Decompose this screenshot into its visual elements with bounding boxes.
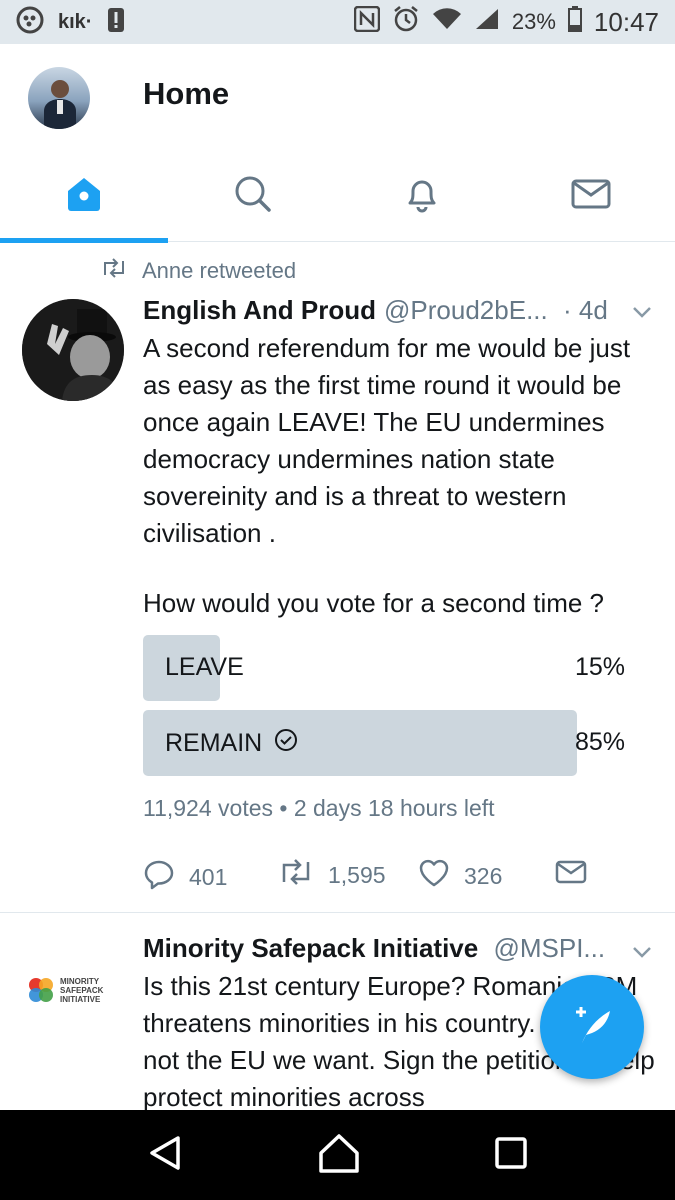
like-count: 326 (464, 862, 503, 889)
retweet-context[interactable]: Anne retweeted (100, 258, 296, 284)
tweet-author-handle[interactable]: @MSPI... (493, 933, 605, 963)
retweet-count: 1,595 (328, 861, 386, 888)
search-icon (231, 172, 275, 221)
tweet-header: Minority Safepack Initiative @MSPI... (143, 933, 605, 964)
signal-icon (474, 7, 500, 38)
compose-feather-icon (568, 1001, 616, 1054)
logo-text-3: INITIATIVE (60, 994, 101, 1004)
battery-icon (567, 5, 582, 39)
wifi-icon (432, 7, 462, 38)
tweet-author-avatar[interactable] (22, 299, 124, 401)
tab-notifications[interactable] (338, 150, 507, 242)
tweet-header: English And Proud @Proud2bE... · 4d (143, 295, 663, 326)
bell-icon (400, 172, 444, 221)
poll-question: How would you vote for a second time ? (143, 588, 605, 618)
like-button[interactable]: 326 (418, 858, 502, 894)
retweet-icon (278, 858, 314, 892)
tab-messages[interactable] (506, 150, 675, 242)
tweet-author-handle[interactable]: @Proud2bE... (384, 295, 548, 326)
tweet-timestamp: · 4d (563, 295, 608, 325)
poll-meta: 11,924 votes • 2 days 18 hours left (143, 795, 495, 821)
poll-option-label: LEAVE (165, 653, 244, 681)
nfc-icon (353, 5, 381, 39)
android-nav-bar (0, 1110, 675, 1200)
chevron-down-icon[interactable] (630, 300, 654, 329)
battery-percent: 23% (511, 9, 556, 34)
tweet-divider (0, 912, 675, 913)
poll-option-percent: 15% (575, 653, 626, 681)
reply-button[interactable]: 401 (143, 858, 227, 896)
status-bar: kık· 23% 10:47 (0, 0, 675, 44)
minority-safepack-logo[interactable]: MINORITY SAFEPACK INITIATIVE (26, 970, 116, 1010)
clock: 10:47 (593, 6, 659, 37)
home-nav-icon[interactable] (317, 1131, 361, 1180)
heart-icon (418, 858, 450, 894)
logo-text-1: MINORITY (60, 976, 100, 986)
tweet-author-name[interactable]: Minority Safepack Initiative (143, 933, 478, 963)
top-app-bar: Home (0, 44, 675, 150)
kik-icon: kık· (58, 10, 93, 33)
retweet-button[interactable]: 1,595 (278, 858, 386, 892)
chevron-down-icon[interactable] (630, 940, 654, 969)
compose-tweet-button[interactable] (540, 975, 644, 1079)
check-circle-icon (274, 728, 298, 759)
tweet-text: A second referendum for me would be just… (143, 333, 631, 548)
tweet-actions: 401 1,595 326 (143, 858, 603, 894)
mail-icon (555, 858, 587, 892)
reply-icon (143, 858, 175, 896)
profile-avatar[interactable] (28, 67, 90, 129)
poll-option-percent: 85% (575, 728, 626, 756)
tab-home[interactable] (0, 150, 169, 243)
bbm-icon (16, 6, 44, 39)
page-title: Home (143, 76, 230, 111)
retweeted-by-label: Anne retweeted (142, 258, 297, 283)
home-icon (62, 172, 106, 221)
mail-icon (569, 172, 613, 221)
poll-option-label: REMAIN (165, 729, 263, 757)
poll-option-remain[interactable]: REMAIN 85% (143, 710, 628, 776)
retweet-small-icon (100, 258, 128, 284)
recents-icon[interactable] (493, 1135, 529, 1176)
reply-count: 401 (189, 863, 228, 890)
alarm-icon (392, 5, 420, 40)
poll-option-leave[interactable]: LEAVE 15% (143, 635, 628, 701)
tab-search[interactable] (169, 150, 338, 242)
alert-icon (106, 6, 126, 39)
tweet-author-name[interactable]: English And Proud (143, 295, 376, 326)
back-icon[interactable] (146, 1133, 186, 1178)
logo-text-2: SAFEPACK (60, 985, 104, 995)
tab-bar (0, 150, 675, 243)
direct-message-button[interactable] (555, 858, 587, 892)
